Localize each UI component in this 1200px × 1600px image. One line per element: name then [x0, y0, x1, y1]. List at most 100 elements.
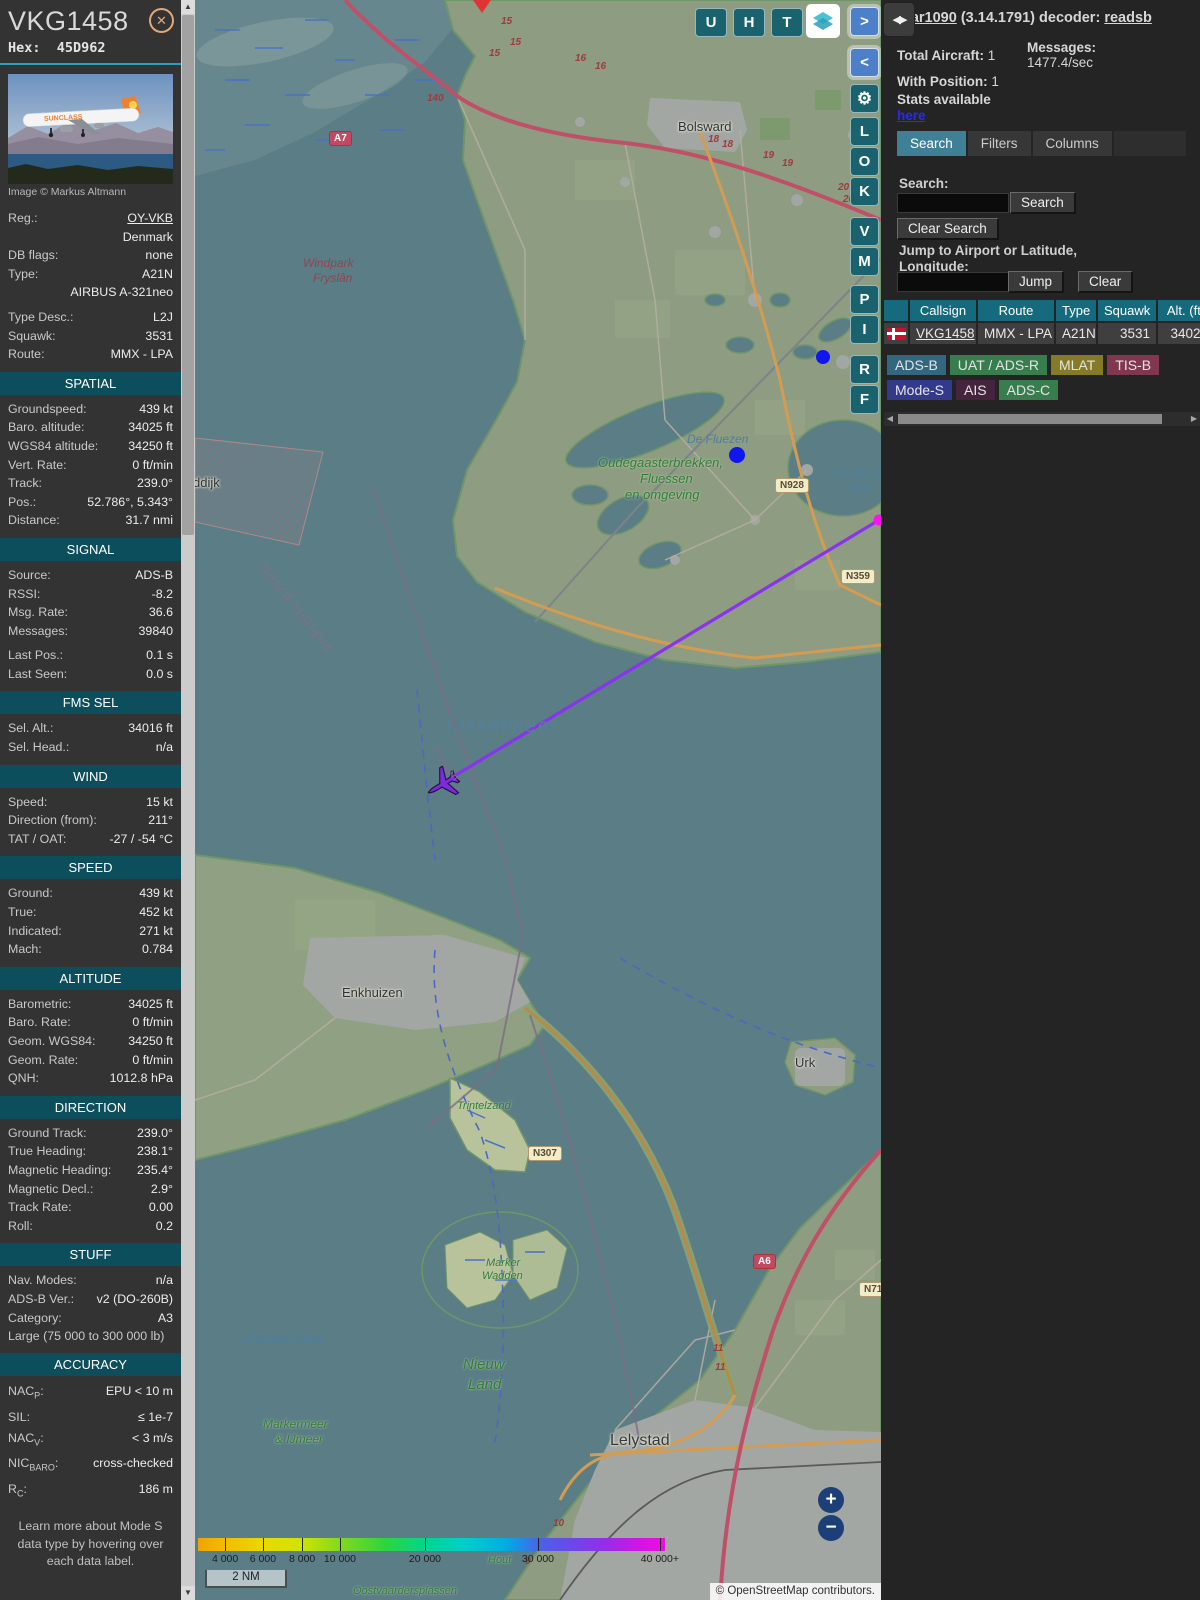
data-row: Track:239.0° — [0, 474, 181, 493]
legend-tick-label: 40 000+ — [641, 1553, 679, 1565]
data-row-value: 0 ft/min — [132, 1013, 173, 1032]
data-row-value: 31.7 nmi — [125, 511, 173, 530]
column-header-Type[interactable]: Type — [1056, 300, 1096, 321]
badge-ads-b[interactable]: ADS-B — [887, 355, 946, 375]
clear-button[interactable]: Clear — [1078, 271, 1133, 293]
map-scale-bar: 2 NM — [205, 1570, 287, 1588]
clear-search-button[interactable]: Clear Search — [897, 218, 999, 240]
collapse-panel-button[interactable]: < — [850, 48, 879, 77]
data-row-value: 235.4° — [137, 1161, 173, 1180]
scroll-up-icon[interactable]: ▲ — [181, 0, 195, 14]
readsb-link[interactable]: readsb — [1104, 10, 1152, 26]
info-row-label: Type: — [8, 265, 38, 284]
aircraft-photo-image: SUNCLASS — [8, 74, 173, 184]
data-row-label: Magnetic Heading: — [8, 1161, 111, 1180]
column-header-Squawk[interactable]: Squawk — [1098, 300, 1156, 321]
data-row: Last Seen:0.0 s — [0, 665, 181, 684]
stats-available-text: Stats available — [897, 92, 991, 107]
map-button-I[interactable]: I — [850, 315, 879, 344]
table-horizontal-scrollbar[interactable]: ◀ ▶ — [884, 412, 1200, 426]
map-button-H[interactable]: H — [733, 8, 765, 37]
tab-filters[interactable]: Filters — [968, 131, 1031, 156]
zoom-out-button[interactable]: − — [818, 1515, 844, 1541]
data-row-value: 36.6 — [149, 603, 173, 622]
map-button-O[interactable]: O — [850, 147, 879, 176]
aircraft-hex: Hex: 45D962 — [0, 37, 181, 63]
data-row: NACV:< 3 m/s — [0, 1428, 181, 1453]
aircraft-data-sections: SPATIALGroundspeed:439 ktBaro. altitude:… — [0, 372, 181, 1504]
app-title: tar1090 (3.14.1791) decoder: readsb — [906, 10, 1152, 26]
legend-tick-label: 4 000 — [212, 1553, 238, 1565]
badge-ais[interactable]: AIS — [956, 380, 995, 400]
column-header-flag[interactable] — [884, 300, 908, 321]
data-row-label: Source: — [8, 566, 51, 585]
scroll-down-icon[interactable]: ▼ — [181, 1586, 195, 1600]
route-cell: MMX - LPA — [978, 323, 1054, 344]
badge-uat-ads-r[interactable]: UAT / ADS-R — [950, 355, 1047, 375]
tab-columns[interactable]: Columns — [1033, 131, 1112, 156]
osm-link[interactable]: OpenStreetMap — [727, 1585, 808, 1597]
close-icon[interactable]: ✕ — [149, 8, 174, 33]
data-row-value: n/a — [156, 738, 173, 757]
sidebar-scrollbar-thumb[interactable] — [182, 15, 194, 535]
jump-input[interactable] — [897, 272, 1009, 292]
badge-tis-b[interactable]: TIS-B — [1107, 355, 1159, 375]
info-row-value[interactable]: OY-VKB — [127, 209, 173, 228]
search-input[interactable] — [897, 193, 1009, 213]
badge-mlat[interactable]: MLAT — [1051, 355, 1103, 375]
zoom-in-button[interactable]: + — [818, 1487, 844, 1513]
legend-tick — [660, 1538, 661, 1551]
panel-toggle-button[interactable]: ◀▶ — [883, 2, 915, 37]
map-button-U[interactable]: U — [695, 8, 727, 37]
expand-panel-button[interactable]: > — [850, 7, 879, 36]
map-button-R[interactable]: R — [850, 355, 879, 384]
badge-mode-s[interactable]: Mode-S — [887, 380, 952, 400]
squawk-cell: 3531 — [1098, 323, 1156, 344]
layer-switcher-button[interactable] — [806, 4, 840, 38]
scroll-right-icon[interactable]: ▶ — [1188, 412, 1200, 426]
badge-ads-c[interactable]: ADS-C — [999, 380, 1059, 400]
attribution-prefix: © — [716, 1585, 728, 1597]
table-scrollbar-thumb[interactable] — [898, 414, 1162, 424]
column-header-Route[interactable]: Route — [978, 300, 1054, 321]
altitude-legend — [198, 1538, 665, 1551]
stats-here-link[interactable]: here — [897, 108, 926, 123]
tab-search[interactable]: Search — [897, 131, 966, 156]
sidebar-scrollbar[interactable]: ▲ ▼ — [181, 0, 195, 1600]
info-row-value: L2J — [153, 308, 173, 327]
map-button-M[interactable]: M — [850, 247, 879, 276]
data-row-value: 239.0° — [137, 474, 173, 493]
legend-tick — [340, 1538, 341, 1551]
data-row-value: 0.784 — [142, 940, 173, 959]
with-position-value: 1 — [991, 74, 999, 89]
scroll-left-icon[interactable]: ◀ — [884, 412, 896, 426]
map-button-V[interactable]: V — [850, 217, 879, 246]
data-row-label: TAT / OAT: — [8, 830, 66, 849]
map-button-K[interactable]: K — [850, 177, 879, 206]
map-button-L[interactable]: L — [850, 117, 879, 146]
data-row-label: Barometric: — [8, 995, 71, 1014]
info-row: DB flags:none — [0, 246, 181, 265]
data-row-value: 211° — [148, 811, 173, 830]
data-row: Msg. Rate:36.6 — [0, 603, 181, 622]
column-header-Callsign[interactable]: Callsign — [910, 300, 976, 321]
settings-button[interactable]: ⚙ — [850, 84, 879, 113]
data-row: Nav. Modes:n/a — [0, 1271, 181, 1290]
map-button-T[interactable]: T — [771, 8, 803, 37]
table-row[interactable]: VKG1458MMX - LPAA21N353134025 — [884, 323, 1200, 344]
stats-available-label: Stats available — [897, 92, 991, 107]
aircraft-photo[interactable]: SUNCLASS — [8, 74, 173, 184]
data-row-value: 452 kt — [139, 903, 173, 922]
callsign-cell[interactable]: VKG1458 — [910, 323, 976, 344]
jump-button[interactable]: Jump — [1008, 271, 1064, 293]
column-header-Alt. (ft)[interactable]: Alt. (ft) — [1158, 300, 1200, 321]
search-button[interactable]: Search — [1010, 192, 1076, 214]
data-row-value: 52.786°, 5.343° — [87, 493, 173, 512]
info-row: Denmark — [0, 228, 181, 247]
data-type-filter-badges: ADS-BUAT / ADS-RMLATTIS-B Mode-SAISADS-C — [887, 355, 1192, 405]
data-row-label: NICBARO: — [8, 1453, 58, 1478]
map-button-F[interactable]: F — [850, 385, 879, 414]
map-button-P[interactable]: P — [850, 285, 879, 314]
map-canvas[interactable]: BolswardWindparkFryslânddijkNoord-Hollan… — [195, 0, 881, 1600]
data-row-value: v2 (DO-260B) — [97, 1290, 173, 1309]
